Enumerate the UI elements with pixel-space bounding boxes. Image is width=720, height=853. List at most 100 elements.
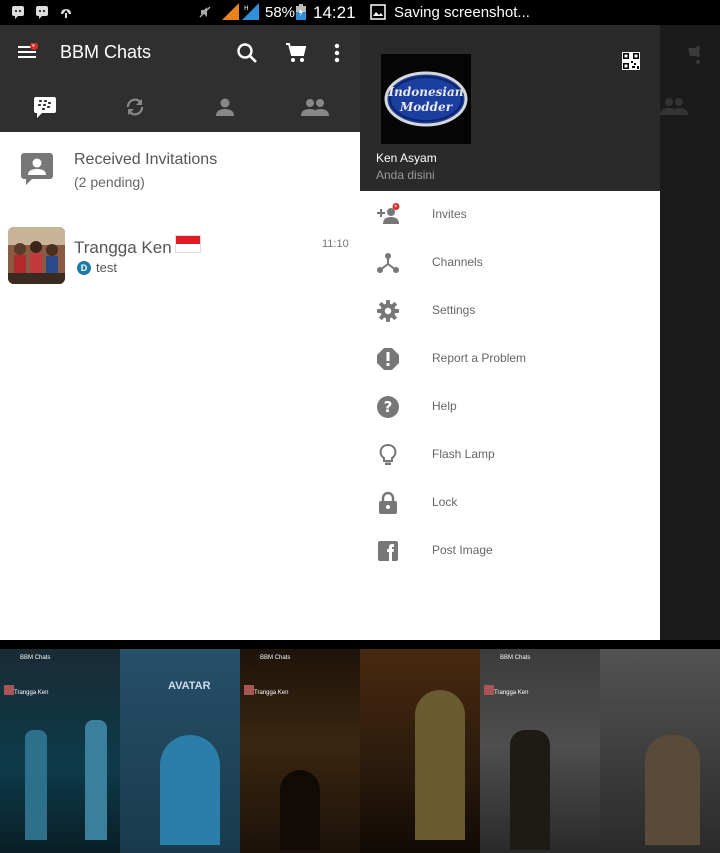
facebook-icon [378,541,398,561]
alert-icon [377,348,399,370]
invitations-pending: (2 pending) [74,174,145,190]
thumbnail-chat-screen: BBM Chats Trangga Ken [240,640,360,853]
menu-item-label: Invites [432,207,467,221]
menu-item-channels[interactable]: Channels [360,239,660,287]
indonesia-flag-icon [175,235,201,253]
svg-text:H: H [244,5,249,12]
tab-groups[interactable] [270,81,360,132]
thumbnail-drawer-screen: AVATAR [120,640,240,853]
person-icon [216,98,234,116]
screen: H 58% 14:21 Saving screenshot... * BBM C… [0,0,720,853]
thumbnail-title: BBM Chats [20,655,51,661]
thumbnail-chat-name: Trangga Ken [254,690,289,696]
thumbnail-title: BBM Chats [500,655,531,661]
menu-item-post-image[interactable]: Post Image [360,527,660,575]
user-status: Anda disini [376,168,435,182]
contact-name: Trangga Ken [74,238,172,257]
menu-item-lock[interactable]: Lock [360,479,660,527]
chat-time: 11:10 [322,238,349,250]
more-vert-icon [696,46,700,64]
thumbnail-chat-screen: BBM Chats Trangga Ken [0,640,120,853]
bulb-icon [379,444,397,465]
menu-item-help[interactable]: ? Help [360,383,660,431]
theme-thumbnail: BBM Chats Trangga Ken AVATAR [0,640,240,853]
shop-button[interactable] [285,42,307,64]
toolbar: * BBM Chats [0,25,360,81]
menu-item-invites[interactable]: * Invites [360,191,660,239]
menu-item-label: Channels [432,255,483,269]
bbm-notification-icon [12,6,24,19]
signal-icon [222,3,239,20]
upload-icon [61,9,71,18]
menu-item-label: Lock [432,495,458,509]
indonesian-modder-logo: Indonesian Modder [381,54,471,144]
theme-thumbnail: BBM Chats Trangga Ken [480,640,720,853]
battery-icon [296,4,306,20]
thumbnail-title: BBM Chats [260,655,291,661]
menu-item-label: Report a Problem [432,351,527,365]
navigation-drawer: Indonesian Modder Ken Asyam Anda disini … [360,25,660,640]
menu-item-flash-lamp[interactable]: Flash Lamp [360,431,660,479]
thumbnail-drawer-screen [360,640,480,853]
invitation-icon [21,153,53,185]
gear-icon [377,300,399,322]
thumbnail-theme-name: AVATAR [168,680,211,692]
add-person-icon: * [377,203,400,224]
search-icon [237,43,257,63]
menu-item-report-problem[interactable]: Report a Problem [360,335,660,383]
cart-icon [286,43,307,62]
delivered-status-icon: D [77,261,91,275]
search-button[interactable] [236,42,258,64]
bbm-notification-icon [36,6,48,19]
menu-item-settings[interactable]: Settings [360,287,660,335]
thumbnail-chat-screen: BBM Chats Trangga Ken [480,640,600,853]
tab-updates[interactable] [90,81,180,132]
lock-icon [379,491,397,514]
avatar [8,227,65,284]
mute-icon [199,6,211,18]
status-bar-left: H 58% 14:21 [0,0,360,25]
help-icon: ? [377,396,399,418]
overflow-menu-button[interactable] [331,42,343,64]
thumbnail-chat-name: Trangga Ken [494,690,529,696]
menu-item-label: Help [432,399,457,413]
more-vert-icon [334,43,340,63]
last-message: test [96,260,117,275]
thumbnail-chat-name: Trangga Ken [14,690,49,696]
menu-item-label: Post Image [432,543,493,557]
drawer-scrim[interactable] [660,25,720,640]
tab-contacts[interactable] [180,81,270,132]
menu-item-label: Flash Lamp [432,447,495,461]
logo-text-2: Modder [399,100,454,114]
chat-list-item[interactable]: Trangga Ken 11:10 D test [0,223,360,285]
channels-icon [377,253,399,273]
bbm-chats-icon [34,96,56,118]
theme-preview-strip: BBM Chats Trangga Ken AVATAR BBM Chats T… [0,640,720,853]
status-bar-right: Saving screenshot... [360,0,720,25]
logo-text-1: Indonesian [388,85,464,99]
theme-thumbnail: BBM Chats Trangga Ken [240,640,480,853]
invitations-title: Received Invitations [74,151,218,168]
svg-text:*: * [394,204,397,211]
group-icon [660,98,688,115]
menu-icon: * [18,42,38,58]
barcode-button[interactable] [622,52,640,70]
group-icon [301,98,329,116]
svg-text:*: * [32,44,35,51]
menu-item-label: Settings [432,303,476,317]
saving-screenshot-text: Saving screenshot... [394,4,530,21]
tab-bar [0,81,360,132]
menu-button[interactable]: * [18,42,38,61]
avatar-photo [8,227,65,284]
signal-icon: H [242,3,259,20]
battery-percentage: 58% [265,4,296,21]
tab-chats[interactable] [0,81,90,132]
user-name: Ken Asyam [376,151,437,165]
svg-text:?: ? [384,398,393,416]
updates-icon [126,98,144,115]
received-invitations-row[interactable]: Received Invitations (2 pending) [0,132,360,207]
profile-picture[interactable]: Indonesian Modder [381,54,471,144]
image-icon [370,4,386,20]
drawer-header: Indonesian Modder Ken Asyam Anda disini [360,25,660,191]
thumbnail-drawer-screen [600,640,720,853]
